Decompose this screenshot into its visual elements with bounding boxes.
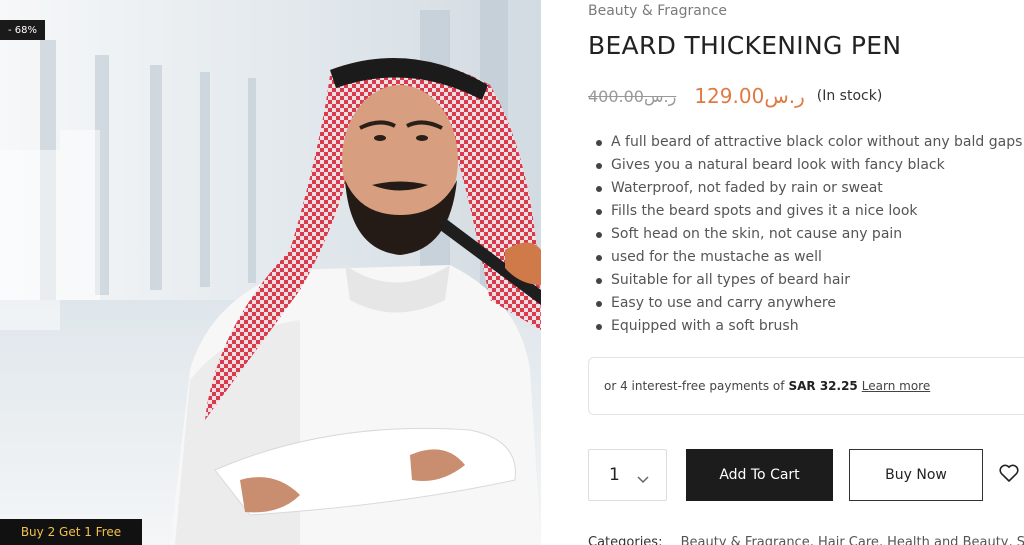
list-item: Easy to use and carry anywhere xyxy=(596,292,1022,315)
list-item: Equipped with a soft brush xyxy=(596,315,1022,338)
category-link[interactable]: Beauty & Fragrance xyxy=(588,3,727,19)
quantity-select[interactable]: 1 xyxy=(588,449,667,501)
list-item: used for the mustache as well xyxy=(596,246,1022,269)
promo-badge: Buy 2 Get 1 Free xyxy=(0,519,142,545)
list-item: Soft head on the skin, not cause any pai… xyxy=(596,223,1022,246)
list-item: A full beard of attractive black color w… xyxy=(596,131,1022,154)
add-to-cart-button[interactable]: Add To Cart xyxy=(686,449,833,501)
product-photo xyxy=(0,0,541,545)
stock-status: (In stock) xyxy=(816,88,883,104)
list-item: Suitable for all types of beard hair xyxy=(596,269,1022,292)
price-row: 400.00ر.س 129.00ر.س (In stock) xyxy=(588,82,882,110)
list-item: Fills the beard spots and gives it a nic… xyxy=(596,200,1022,223)
installments-box: or 4 interest-free payments of SAR 32.25… xyxy=(588,357,1024,415)
categories-label: Categories: xyxy=(588,535,663,545)
categories-row: Categories: Beauty & Fragrance, Hair Car… xyxy=(588,535,1024,545)
quantity-value: 1 xyxy=(609,465,620,485)
list-item: Gives you a natural beard look with fanc… xyxy=(596,154,1022,177)
sale-price: 129.00ر.س xyxy=(694,84,805,108)
product-image[interactable]: - 68% Buy 2 Get 1 Free xyxy=(0,0,541,545)
installments-text: or 4 interest-free payments of xyxy=(604,379,785,393)
discount-badge: - 68% xyxy=(0,20,45,40)
buy-now-button[interactable]: Buy Now xyxy=(849,449,983,501)
list-item: Waterproof, not faded by rain or sweat xyxy=(596,177,1022,200)
categories-links[interactable]: Beauty & Fragrance, Hair Care, Health an… xyxy=(681,535,1024,545)
learn-more-link[interactable]: Learn more xyxy=(862,379,930,393)
chevron-down-icon xyxy=(637,469,649,489)
old-price: 400.00ر.س xyxy=(588,86,677,106)
installment-amount: SAR 32.25 xyxy=(788,379,858,393)
feature-list: A full beard of attractive black color w… xyxy=(596,131,1022,338)
heart-icon xyxy=(999,464,1019,486)
wishlist-button[interactable] xyxy=(996,462,1022,488)
page-title: BEARD THICKENING PEN xyxy=(588,31,902,60)
